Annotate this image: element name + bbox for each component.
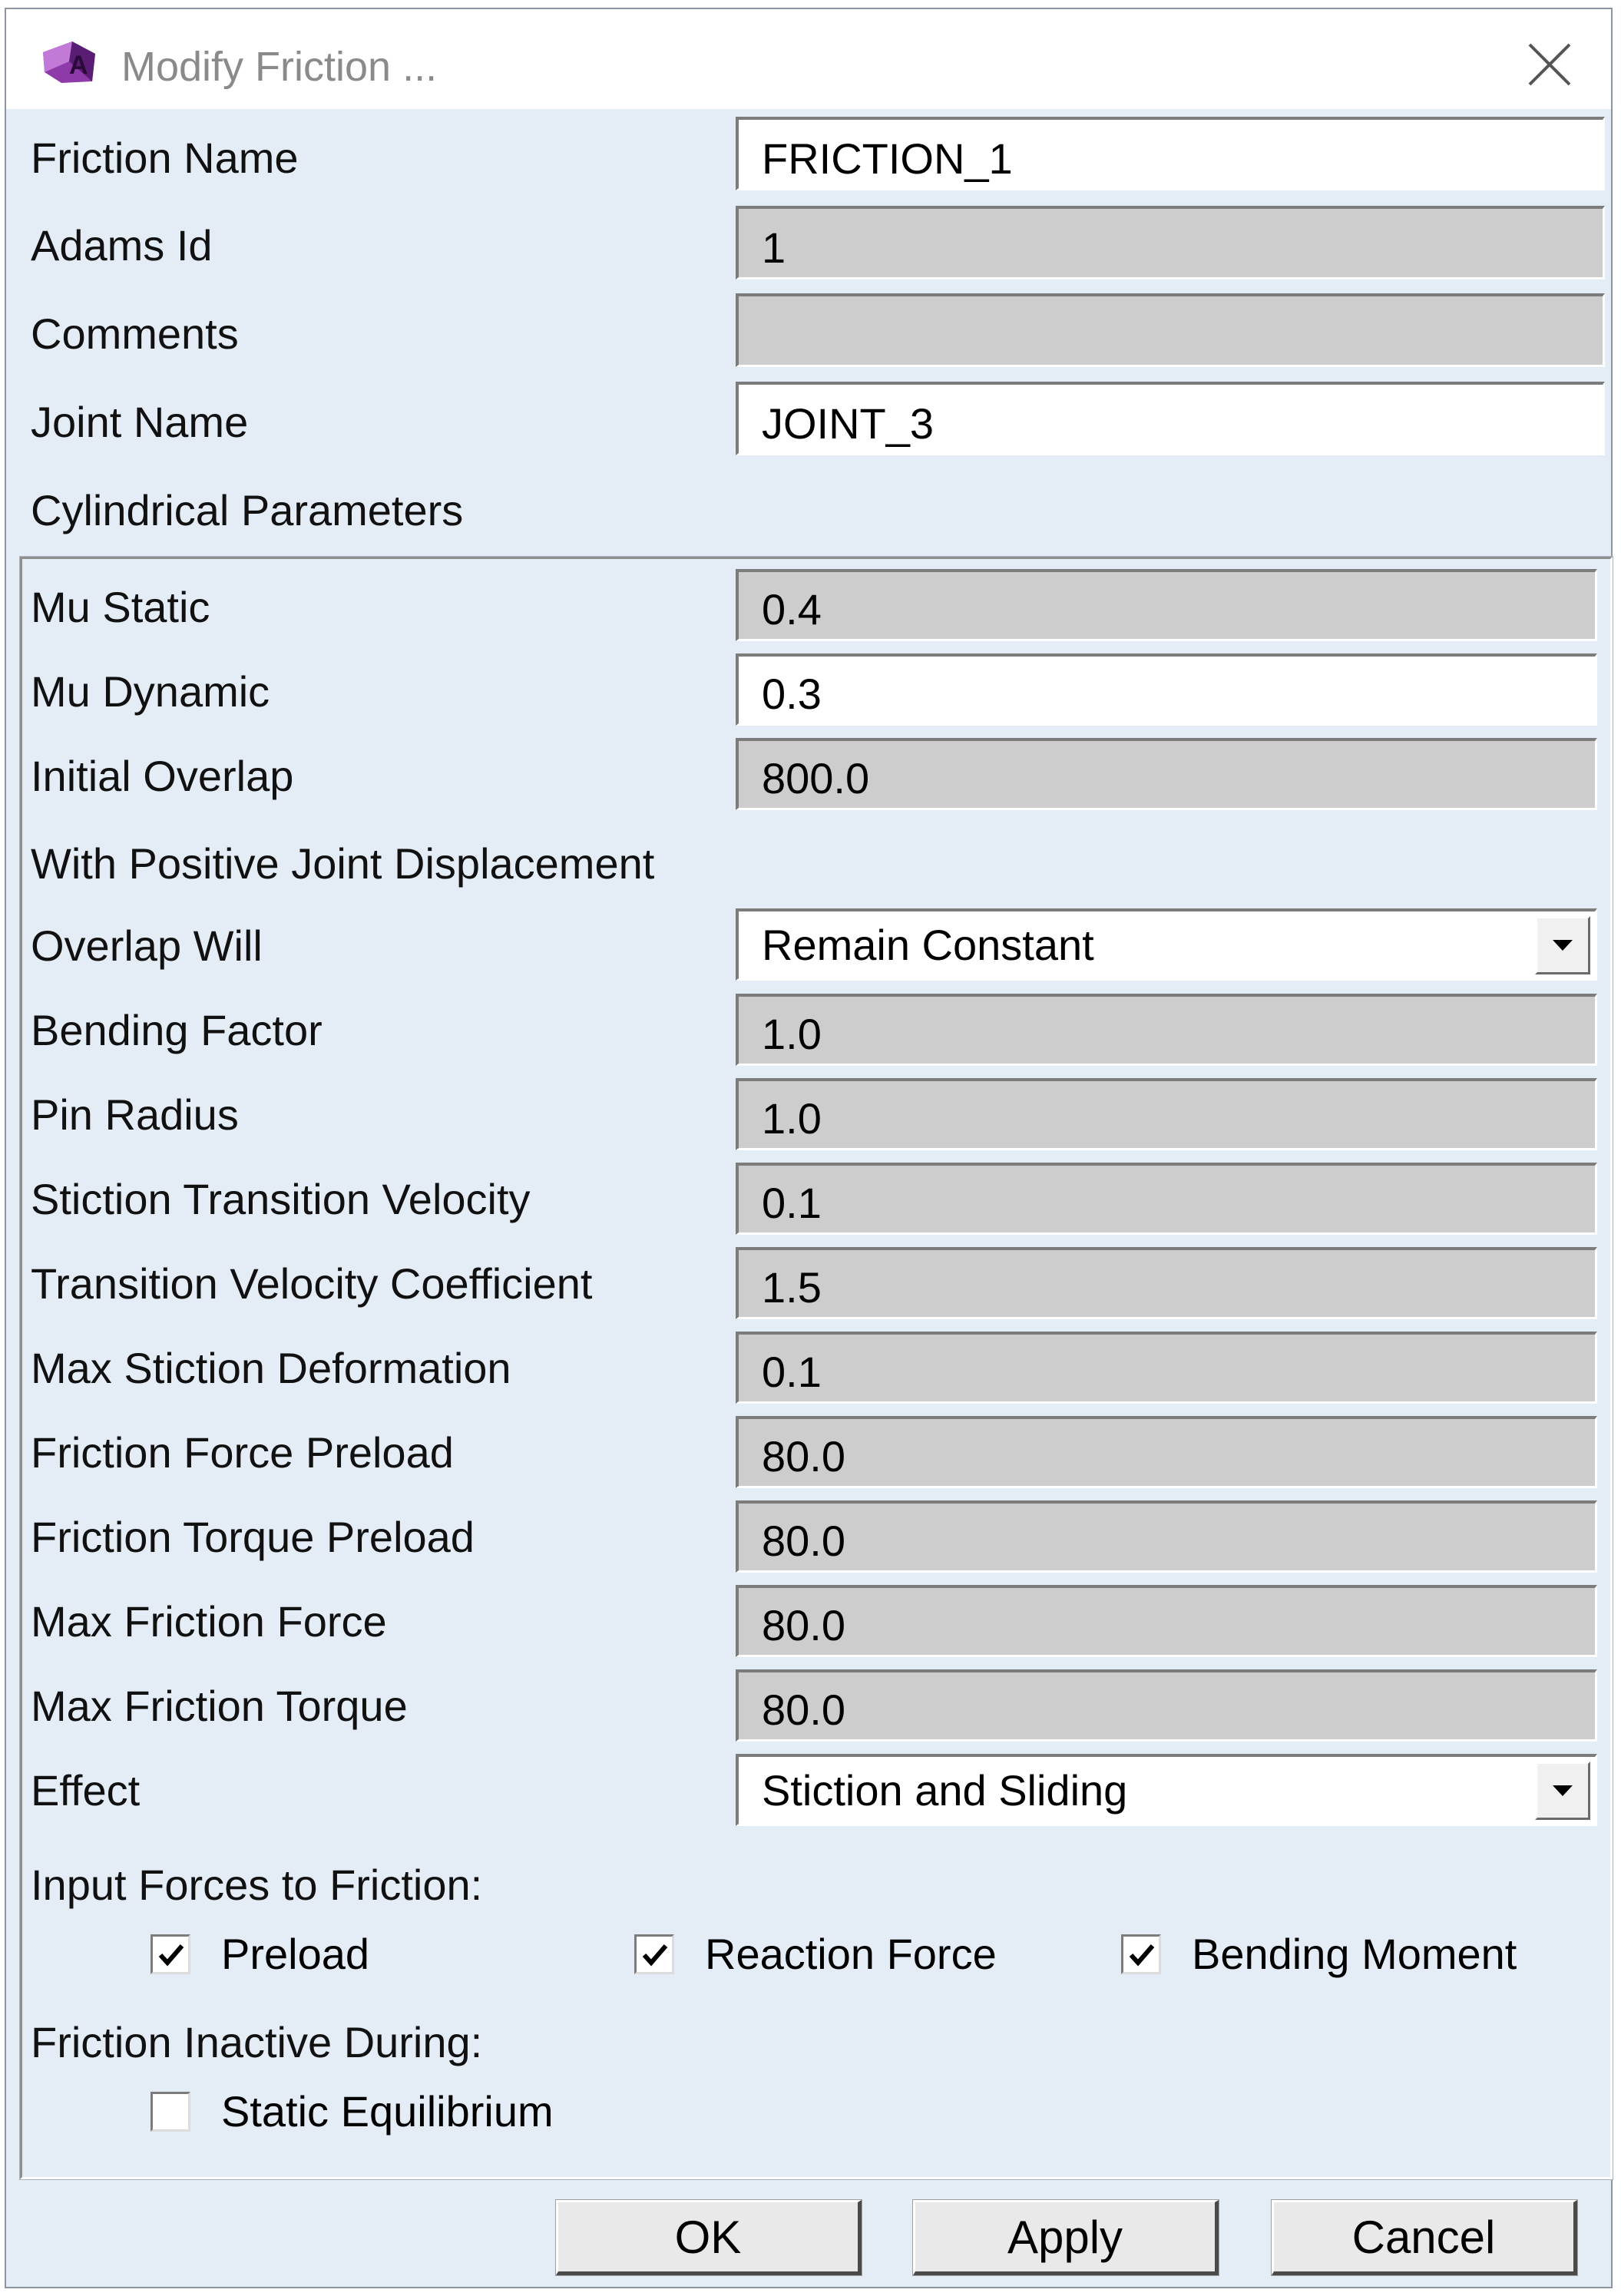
adams-id-label: Adams Id — [31, 221, 213, 270]
joint-name-label: Joint Name — [31, 398, 249, 446]
effect-select[interactable]: Stiction and Sliding — [736, 1754, 1597, 1826]
svg-text:A: A — [69, 51, 88, 80]
max-stiction-deformation-field: 0.1 — [736, 1332, 1597, 1404]
chevron-down-icon[interactable] — [1535, 916, 1590, 974]
overlap-will-label: Overlap Will — [31, 921, 263, 970]
static-equilibrium-checkbox[interactable] — [151, 2091, 190, 2132]
initial-overlap-field: 800.0 — [736, 738, 1597, 810]
ok-button[interactable]: OK — [555, 2199, 862, 2276]
apply-button[interactable]: Apply — [912, 2199, 1219, 2276]
transition-velocity-coefficient-field: 1.5 — [736, 1247, 1597, 1319]
adams-id-field: 1 — [736, 206, 1605, 280]
cylindrical-parameters-label: Cylindrical Parameters — [31, 486, 464, 534]
modify-friction-dialog: A Modify Friction ... Friction Name FRIC… — [5, 8, 1613, 2288]
pin-radius-label: Pin Radius — [31, 1090, 239, 1139]
max-friction-force-label: Max Friction Force — [31, 1597, 387, 1646]
static-equilibrium-label: Static Equilibrium — [221, 2087, 554, 2136]
comments-field — [736, 293, 1605, 367]
friction-force-preload-label: Friction Force Preload — [31, 1428, 454, 1477]
bending-moment-label: Bending Moment — [1192, 1930, 1517, 1978]
preload-checkbox[interactable] — [151, 1934, 190, 1974]
mu-dynamic-input[interactable]: 0.3 — [736, 653, 1597, 726]
max-friction-torque-label: Max Friction Torque — [31, 1682, 408, 1730]
reaction-force-checkbox[interactable] — [634, 1934, 674, 1974]
cancel-button[interactable]: Cancel — [1271, 2199, 1578, 2276]
static-equilibrium-checkbox-row[interactable]: Static Equilibrium — [151, 2086, 554, 2136]
preload-label: Preload — [221, 1930, 370, 1978]
bending-factor-field: 1.0 — [736, 994, 1597, 1066]
joint-name-input[interactable]: JOINT_3 — [736, 382, 1605, 455]
pin-radius-field: 1.0 — [736, 1078, 1597, 1150]
friction-torque-preload-label: Friction Torque Preload — [31, 1513, 475, 1561]
chevron-down-icon[interactable] — [1535, 1762, 1590, 1820]
transition-velocity-coefficient-label: Transition Velocity Coefficient — [31, 1259, 593, 1308]
preload-checkbox-row[interactable]: Preload — [151, 1929, 369, 1979]
overlap-will-select[interactable]: Remain Constant — [736, 908, 1597, 981]
title-bar: A Modify Friction ... — [6, 9, 1611, 109]
checkmark-icon — [1129, 1944, 1155, 1967]
stiction-transition-velocity-label: Stiction Transition Velocity — [31, 1175, 531, 1223]
mu-static-field: 0.4 — [736, 569, 1597, 641]
checkmark-icon — [642, 1944, 668, 1967]
input-forces-label: Input Forces to Friction: — [31, 1861, 483, 1909]
effect-label: Effect — [31, 1766, 141, 1815]
positive-joint-displacement-label: With Positive Joint Displacement — [31, 839, 655, 888]
adams-logo-icon: A — [43, 41, 95, 83]
mu-dynamic-label: Mu Dynamic — [31, 667, 270, 716]
friction-name-input[interactable]: FRICTION_1 — [736, 117, 1605, 190]
friction-inactive-label: Friction Inactive During: — [31, 2018, 483, 2066]
checkmark-icon — [158, 1944, 184, 1967]
friction-force-preload-field: 80.0 — [736, 1416, 1597, 1488]
effect-value: Stiction and Sliding — [762, 1766, 1128, 1815]
friction-name-label: Friction Name — [31, 134, 299, 182]
bending-moment-checkbox[interactable] — [1121, 1934, 1161, 1974]
stiction-transition-velocity-field: 0.1 — [736, 1163, 1597, 1235]
max-stiction-deformation-label: Max Stiction Deformation — [31, 1344, 511, 1392]
reaction-force-label: Reaction Force — [705, 1930, 997, 1978]
mu-static-label: Mu Static — [31, 583, 210, 631]
reaction-force-checkbox-row[interactable]: Reaction Force — [634, 1929, 997, 1979]
window-title: Modify Friction ... — [121, 44, 438, 90]
comments-label: Comments — [31, 309, 239, 358]
friction-torque-preload-field: 80.0 — [736, 1500, 1597, 1573]
bending-moment-checkbox-row[interactable]: Bending Moment — [1121, 1929, 1517, 1979]
close-icon[interactable] — [1519, 34, 1580, 95]
overlap-will-value: Remain Constant — [762, 921, 1094, 969]
max-friction-force-field: 80.0 — [736, 1585, 1597, 1657]
initial-overlap-label: Initial Overlap — [31, 752, 294, 800]
bending-factor-label: Bending Factor — [31, 1006, 323, 1054]
max-friction-torque-field: 80.0 — [736, 1669, 1597, 1742]
